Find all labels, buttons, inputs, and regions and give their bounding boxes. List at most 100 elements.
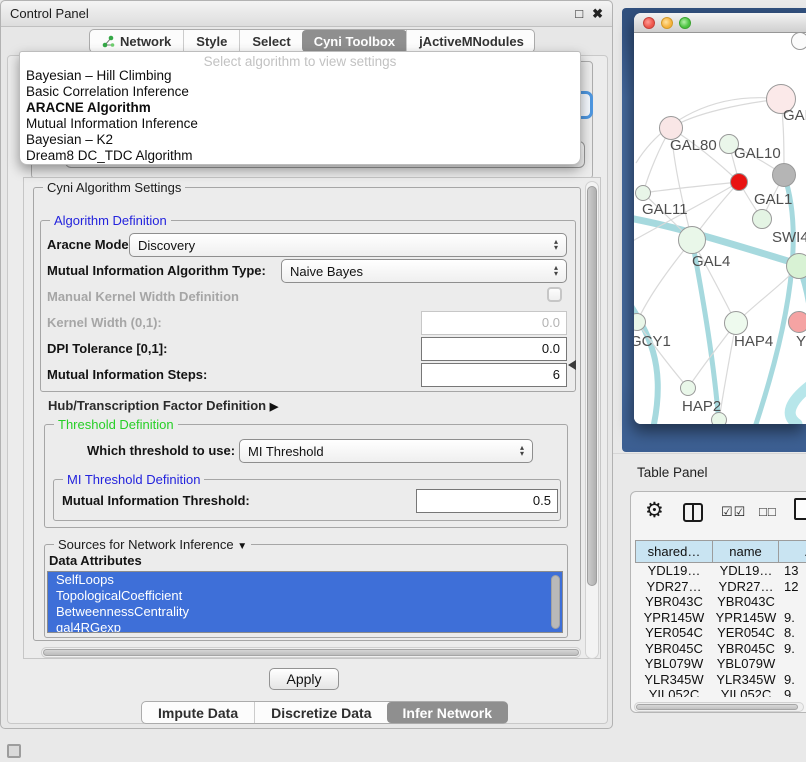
tab-select[interactable]: Select (239, 30, 302, 52)
table-cell[interactable]: YBL079W (713, 656, 779, 672)
which-threshold-combobox[interactable]: MI Threshold ▴▾ (239, 439, 533, 463)
table-cell[interactable]: YER054C (635, 625, 713, 641)
table-row[interactable]: YLR345WYLR345W9. (635, 672, 806, 688)
network-canvas[interactable]: GALGAL80GAL10GAL1GAL11SWI4GAL4GCY1HAP4YH… (634, 33, 806, 424)
dpi-tolerance-input[interactable]: 0.0 (421, 337, 567, 361)
apply-button[interactable]: Apply (269, 668, 339, 690)
table-horizontal-scrollbar[interactable] (634, 702, 804, 712)
kernel-width-input[interactable]: 0.0 (421, 311, 567, 335)
zoom-traffic-light-icon[interactable] (679, 17, 691, 29)
table-cell[interactable]: YBL079W (635, 656, 713, 672)
table-cell[interactable]: YIL052C (713, 687, 779, 697)
settings-horizontal-scrollbar[interactable] (41, 647, 581, 658)
table-cell[interactable]: 9. (779, 641, 806, 657)
gear-icon[interactable]: ⚙ (645, 500, 664, 521)
tab-impute-data[interactable]: Impute Data (142, 702, 254, 723)
file-icon[interactable] (794, 498, 806, 520)
tab-jactivemnodules[interactable]: jActiveMNodules (406, 30, 536, 52)
columns-icon[interactable] (683, 503, 703, 522)
mi-algorithm-type-combobox[interactable]: Naive Bayes ▴▾ (281, 259, 567, 283)
table-cell[interactable]: YDL19… (713, 563, 779, 579)
node-hap2[interactable] (680, 380, 696, 396)
table-row[interactable]: YBR045CYBR045C9. (635, 641, 806, 657)
minimize-traffic-light-icon[interactable] (661, 17, 673, 29)
attribute-item[interactable]: BetweennessCentrality (48, 604, 562, 620)
bottom-left-partial-icon[interactable] (7, 744, 21, 758)
table-cell[interactable]: YLR345W (635, 672, 713, 688)
table-cell[interactable]: YDR27… (635, 579, 713, 595)
close-traffic-light-icon[interactable] (643, 17, 655, 29)
table-cell[interactable]: 9. (779, 610, 806, 626)
deselect-all-checkboxes-icon[interactable]: □□ (759, 504, 777, 519)
table-cell[interactable]: YPR145W (635, 610, 713, 626)
table-row[interactable]: YBR043CYBR043C (635, 594, 806, 610)
manual-kernel-checkbox[interactable] (547, 287, 562, 302)
table-row[interactable]: YBL079WYBL079W (635, 656, 806, 672)
dropdown-item[interactable]: Bayesian – Hill Climbing (20, 68, 580, 84)
table-cell[interactable]: 8. (779, 625, 806, 641)
node-gal11[interactable] (635, 185, 651, 201)
node-hap4[interactable] (724, 311, 748, 335)
table-cell[interactable]: YDL19… (635, 563, 713, 579)
float-window-icon[interactable]: □ (575, 7, 583, 20)
dropdown-item[interactable]: ARACNE Algorithm (20, 100, 580, 116)
tab-discretize-data[interactable]: Discretize Data (254, 702, 387, 723)
table-cell[interactable]: YBR045C (713, 641, 779, 657)
table-cell[interactable] (779, 656, 806, 672)
scrollbar-thumb[interactable] (587, 186, 597, 586)
table-cell[interactable]: YBR045C (635, 641, 713, 657)
node-pink-right[interactable] (788, 311, 806, 333)
table-cell[interactable]: 9. (779, 687, 806, 697)
table-cell[interactable]: YLR345W (713, 672, 779, 688)
table-cell[interactable] (779, 594, 806, 610)
attribute-item[interactable]: TopologicalCoefficient (48, 588, 562, 604)
table-row[interactable]: YIL052CYIL052C9. (635, 687, 806, 697)
table-cell[interactable]: 12 (779, 579, 806, 595)
network-window-titlebar[interactable] (634, 13, 806, 33)
column-header-shared-name[interactable]: shared… (635, 540, 713, 563)
column-header-name[interactable]: name (713, 540, 779, 563)
settings-vertical-scrollbar[interactable] (585, 181, 599, 659)
column-header-partial[interactable]: A (779, 540, 806, 563)
dropdown-item[interactable]: Basic Correlation Inference (20, 84, 580, 100)
table-cell[interactable]: YER054C (713, 625, 779, 641)
table-cell[interactable]: YDR27… (713, 579, 779, 595)
scrollbar-thumb[interactable] (43, 649, 579, 656)
table-cell[interactable]: YBR043C (635, 594, 713, 610)
tab-network[interactable]: Network (90, 30, 183, 52)
close-icon[interactable]: ✖ (592, 7, 603, 20)
dropdown-item[interactable]: Mutual Information Inference (20, 116, 580, 132)
table-row[interactable]: YDR27…YDR27…12 (635, 579, 806, 595)
sources-group-title[interactable]: Sources for Network Inference ▼ (54, 537, 251, 552)
table-cell[interactable]: YBR043C (713, 594, 779, 610)
data-attributes-list[interactable]: SelfLoopsTopologicalCoefficientBetweenne… (47, 571, 563, 633)
node-swi4[interactable] (786, 253, 806, 279)
scrollbar-thumb[interactable] (636, 704, 798, 710)
aracne-mode-combobox[interactable]: Discovery ▴▾ (129, 233, 567, 257)
select-all-checkboxes-icon[interactable]: ☑☑ (721, 504, 746, 520)
node-gal1[interactable] (752, 209, 772, 229)
node-gal4[interactable] (678, 226, 706, 254)
mi-steps-input[interactable]: 6 (421, 363, 567, 387)
tab-infer-network[interactable]: Infer Network (387, 702, 508, 723)
node-gray[interactable] (772, 163, 796, 187)
table-cell[interactable]: YPR145W (713, 610, 779, 626)
tab-cyni-toolbox[interactable]: Cyni Toolbox (302, 30, 407, 52)
table-row[interactable]: YPR145WYPR145W9. (635, 610, 806, 626)
node-red[interactable] (730, 173, 748, 191)
tab-style[interactable]: Style (183, 30, 239, 52)
table-cell[interactable]: YIL052C (635, 687, 713, 697)
dropdown-item[interactable]: Bayesian – K2 (20, 132, 580, 148)
dropdown-item[interactable]: Dream8 DC_TDC Algorithm (20, 148, 580, 164)
hub-definition-expander[interactable]: Hub/Transcription Factor Definition ▶ (48, 398, 278, 413)
attribute-item[interactable]: SelfLoops (48, 572, 562, 588)
list-scrollbar[interactable] (551, 575, 560, 629)
network-window[interactable]: GALGAL80GAL10GAL1GAL11SWI4GAL4GCY1HAP4YH… (634, 13, 806, 424)
table-cell[interactable]: 13 (779, 563, 806, 579)
table-cell[interactable]: 9. (779, 672, 806, 688)
mi-threshold-input[interactable]: 0.5 (416, 489, 558, 513)
table-row[interactable]: YDL19…YDL19…13 (635, 563, 806, 579)
table-row[interactable]: YER054CYER054C8. (635, 625, 806, 641)
node-top-right-partial[interactable] (791, 33, 806, 50)
attribute-item[interactable]: gal4RGexp (48, 620, 562, 633)
